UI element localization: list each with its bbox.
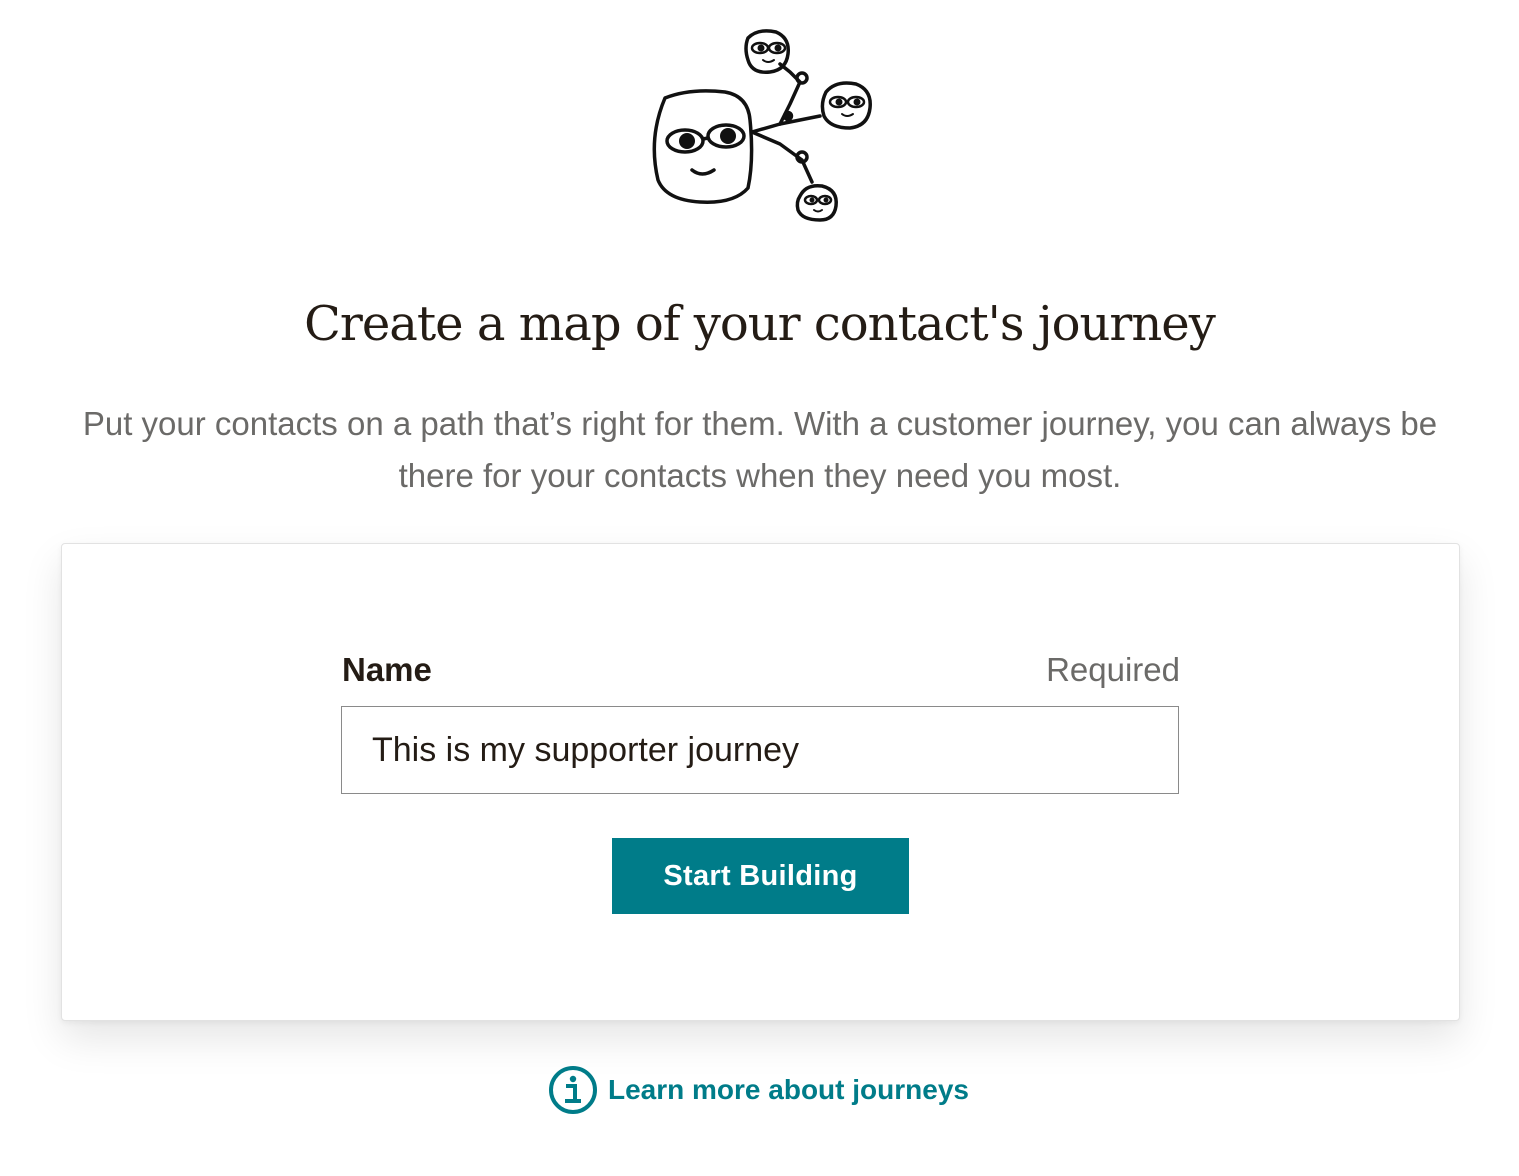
journey-form-card: Name Required Start Building bbox=[61, 543, 1460, 1021]
required-indicator: Required bbox=[1046, 651, 1180, 688]
page-subtitle: Put your contacts on a path that’s right… bbox=[82, 405, 1438, 494]
connected-faces-icon bbox=[652, 29, 872, 222]
learn-more-link[interactable]: Learn more about journeys bbox=[548, 1064, 969, 1116]
page-title: Create a map of your contact's journey bbox=[304, 296, 1216, 352]
name-field-label: Name bbox=[342, 651, 432, 688]
learn-more-label: Learn more about journeys bbox=[608, 1074, 969, 1105]
info-icon bbox=[548, 1065, 598, 1115]
name-field-label-row: Name Required bbox=[342, 648, 1180, 692]
start-building-button[interactable]: Start Building bbox=[612, 838, 909, 914]
journey-name-input[interactable] bbox=[341, 706, 1179, 794]
journey-illustration bbox=[630, 20, 890, 235]
